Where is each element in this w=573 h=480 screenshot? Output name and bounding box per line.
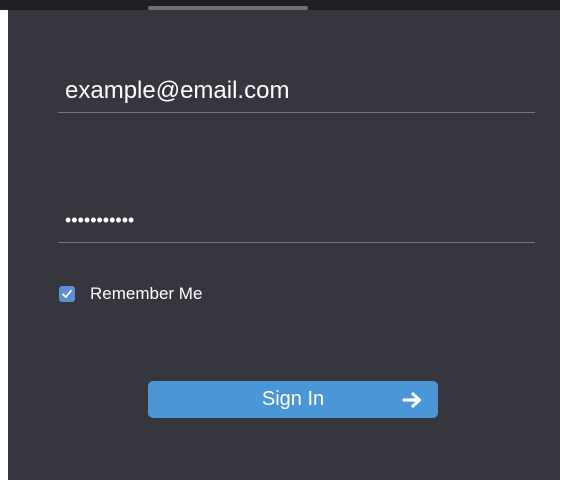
remember-me-checkbox[interactable] — [59, 286, 75, 302]
checkmark-icon — [62, 289, 72, 298]
remember-me-label: Remember Me — [90, 284, 203, 303]
remember-me-option[interactable]: Remember Me — [59, 284, 202, 304]
password-field[interactable]: ••••••••••• — [58, 195, 535, 243]
arrow-right-icon — [402, 392, 422, 408]
sign-in-button[interactable]: Sign In — [148, 381, 438, 418]
email-field[interactable]: example@email.com — [58, 65, 535, 113]
sign-in-label: Sign In — [261, 388, 325, 410]
login-window: example@email.com ••••••••••• Remember M… — [0, 0, 573, 480]
email-underline — [58, 112, 535, 113]
login-panel: example@email.com ••••••••••• Remember M… — [8, 10, 560, 480]
password-underline — [58, 242, 535, 243]
email-value: example@email.com — [65, 77, 290, 104]
password-value: ••••••••••• — [65, 210, 135, 230]
